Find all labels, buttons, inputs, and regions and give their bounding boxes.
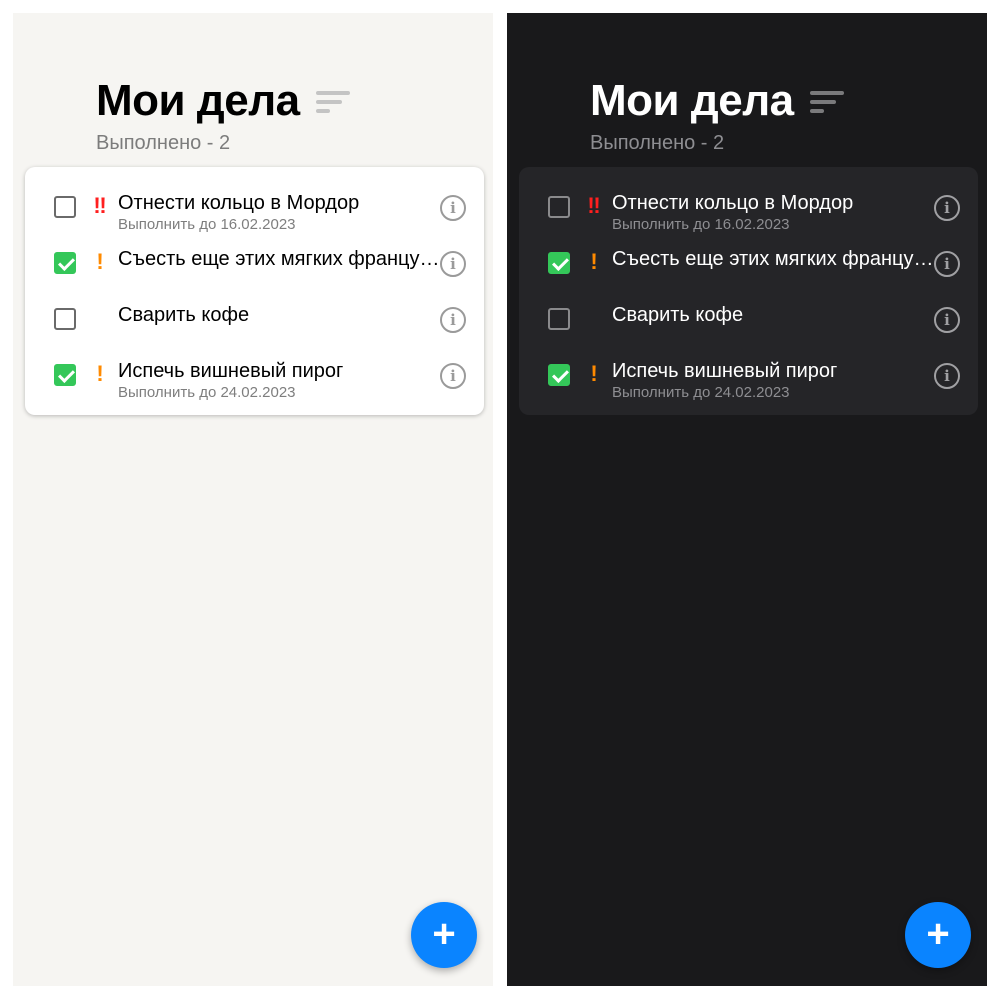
sort-icon[interactable] bbox=[315, 91, 350, 115]
task-list: ‼ Отнести кольцо в Мордор Выполнить до 1… bbox=[25, 167, 484, 415]
task-checkbox[interactable] bbox=[548, 308, 570, 330]
info-icon[interactable]: i bbox=[934, 251, 960, 277]
priority-medium-icon: ! bbox=[96, 249, 104, 274]
info-icon[interactable]: i bbox=[934, 307, 960, 333]
task-checkbox[interactable] bbox=[548, 364, 570, 386]
priority-medium-icon: ! bbox=[590, 361, 598, 386]
task-row[interactable]: ‼ Отнести кольцо в Мордор Выполнить до 1… bbox=[519, 181, 978, 237]
task-row[interactable]: Сварить кофе i bbox=[25, 293, 484, 349]
dark-theme-screen: Мои дела Выполнено - 2 ‼ Отнести кольцо … bbox=[507, 13, 987, 986]
header: Мои дела bbox=[590, 79, 844, 123]
task-title: Сварить кофе bbox=[118, 304, 250, 326]
task-title: Съесть еще этих мягких французских булок… bbox=[118, 248, 440, 270]
info-icon[interactable]: i bbox=[440, 251, 466, 277]
plus-icon: + bbox=[432, 911, 456, 956]
add-task-button[interactable]: + bbox=[905, 902, 971, 968]
task-checkbox[interactable] bbox=[54, 252, 76, 274]
task-row[interactable]: ! Съесть еще этих мягких французских бул… bbox=[25, 237, 484, 293]
info-icon[interactable]: i bbox=[440, 195, 466, 221]
priority-high-icon: ‼ bbox=[587, 193, 601, 218]
task-checkbox[interactable] bbox=[54, 364, 76, 386]
task-title: Сварить кофе bbox=[612, 304, 744, 326]
info-icon[interactable]: i bbox=[934, 195, 960, 221]
add-task-button[interactable]: + bbox=[411, 902, 477, 968]
task-row[interactable]: ! Съесть еще этих мягких французских бул… bbox=[519, 237, 978, 293]
task-deadline: Выполнить до 16.02.2023 bbox=[118, 216, 296, 233]
page-title: Мои дела bbox=[96, 76, 300, 125]
task-checkbox[interactable] bbox=[548, 252, 570, 274]
task-checkbox[interactable] bbox=[548, 196, 570, 218]
task-deadline: Выполнить до 16.02.2023 bbox=[612, 216, 790, 233]
task-title: Испечь вишневый пирог bbox=[612, 360, 838, 382]
info-icon[interactable]: i bbox=[440, 363, 466, 389]
task-row[interactable]: ! Испечь вишневый пирог Выполнить до 24.… bbox=[519, 349, 978, 405]
task-title: Отнести кольцо в Мордор bbox=[118, 192, 360, 214]
done-counter: Выполнено - 2 bbox=[96, 132, 231, 154]
task-checkbox[interactable] bbox=[54, 196, 76, 218]
task-deadline: Выполнить до 24.02.2023 bbox=[612, 384, 790, 401]
priority-high-icon: ‼ bbox=[93, 193, 107, 218]
task-list: ‼ Отнести кольцо в Мордор Выполнить до 1… bbox=[519, 167, 978, 415]
plus-icon: + bbox=[926, 911, 950, 956]
info-icon[interactable]: i bbox=[440, 307, 466, 333]
task-deadline: Выполнить до 24.02.2023 bbox=[118, 384, 296, 401]
task-row[interactable]: Сварить кофе i bbox=[519, 293, 978, 349]
priority-medium-icon: ! bbox=[96, 361, 104, 386]
task-checkbox[interactable] bbox=[54, 308, 76, 330]
done-counter: Выполнено - 2 bbox=[590, 132, 725, 154]
info-icon[interactable]: i bbox=[934, 363, 960, 389]
page-title: Мои дела bbox=[590, 76, 794, 125]
light-theme-screen: Мои дела Выполнено - 2 ‼ Отнести кольцо … bbox=[13, 13, 493, 986]
task-title: Съесть еще этих мягких французских булок… bbox=[612, 248, 934, 270]
task-title: Испечь вишневый пирог bbox=[118, 360, 344, 382]
task-row[interactable]: ‼ Отнести кольцо в Мордор Выполнить до 1… bbox=[25, 181, 484, 237]
task-row[interactable]: ! Испечь вишневый пирог Выполнить до 24.… bbox=[25, 349, 484, 405]
task-title: Отнести кольцо в Мордор bbox=[612, 192, 854, 214]
header: Мои дела bbox=[96, 79, 350, 123]
priority-medium-icon: ! bbox=[590, 249, 598, 274]
sort-icon[interactable] bbox=[809, 91, 844, 115]
